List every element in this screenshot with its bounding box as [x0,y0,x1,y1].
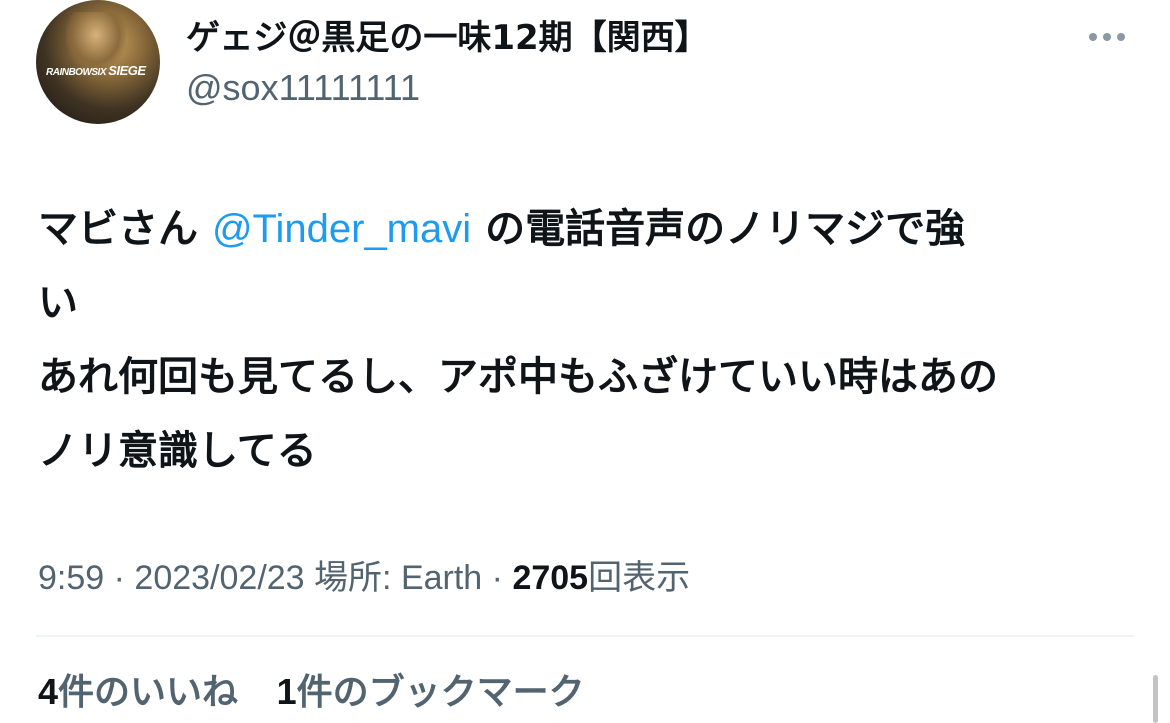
views-label: 回表示 [588,559,691,597]
tweet-text: マビさん @Tinder_mavi の電話音声のノリマジで強 い あれ何回も見て… [38,192,1128,488]
views-count: 2705 [512,559,589,597]
tweet-meta: 9:59 · 2023/02/23 場所: Earth · 2705回表示 [38,553,690,603]
scrollbar[interactable] [1153,675,1158,723]
more-options-icon[interactable] [1080,20,1134,54]
tweet-line-1: マビさん @Tinder_mavi の電話音声のノリマジで強 [38,206,966,252]
meta-separator: · [113,559,125,597]
likes-count: 4 [38,671,59,712]
avatar-logo: RAINBOWSIX SIEGE [46,63,146,78]
bookmarks-stat[interactable]: 1件のブックマーク [276,671,585,713]
likes-label: 件のいいね [58,672,239,713]
tweet-line-2: い [38,280,78,326]
tweet-time[interactable]: 9:59 [38,559,104,597]
bookmarks-label: 件のブックマーク [296,672,585,713]
author-handle[interactable]: @sox11111111 [186,64,420,112]
meta-separator: · [491,559,503,597]
tweet-line-4: ノリ意識してる [38,428,317,474]
tweet-location: 場所: Earth [314,559,483,597]
more-dot [1089,33,1097,41]
tweet-line-3: あれ何回も見てるし、アポ中もふざけていい時はあの [38,354,998,400]
avatar-figure-image [66,12,126,70]
bookmarks-count: 1 [276,671,297,712]
more-dot [1117,33,1125,41]
tweet-date[interactable]: 2023/02/23 [134,559,304,597]
avatar[interactable]: RAINBOWSIX SIEGE [36,0,160,124]
author-display-name[interactable]: ゲェジ＠黒足の一味12期【関西】 [186,14,709,62]
mention-link[interactable]: @Tinder_mavi [212,207,471,251]
engagement-stats: 4件のいいね 1件のブックマーク [38,665,585,720]
more-dot [1103,33,1111,41]
divider [36,635,1134,637]
likes-stat[interactable]: 4件のいいね [38,671,239,713]
